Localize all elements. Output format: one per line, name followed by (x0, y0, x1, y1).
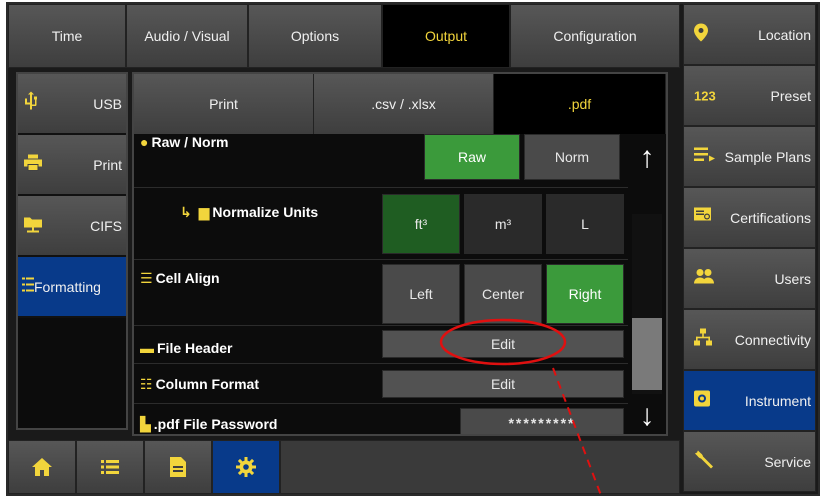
settings-scrollbar[interactable]: ↑ ↓ (628, 134, 666, 434)
align-left-button[interactable]: Left (382, 264, 460, 324)
nav-users[interactable]: Users (683, 248, 816, 309)
scroll-down-arrow-icon[interactable]: ↓ (632, 396, 662, 436)
top-tab-bar: Time Audio / Visual Options Output Confi… (8, 4, 680, 68)
file-header-icon: ▬ (140, 340, 154, 356)
file-header-edit-button[interactable]: Edit (382, 330, 624, 358)
tab-audio-visual[interactable]: Audio / Visual (126, 4, 248, 68)
tab-options[interactable]: Options (248, 4, 382, 68)
nav-instrument-label: Instrument (744, 392, 811, 409)
settings-button[interactable] (212, 440, 280, 494)
format-tab-bar: Print .csv / .xlsx .pdf (134, 74, 666, 134)
setting-cell-align: ☰ Cell Align Left Center Right (134, 260, 628, 326)
network-folder-icon (24, 214, 42, 237)
nav-certifications-label: Certifications (730, 209, 811, 226)
column-format-label: ☷ Column Format (140, 376, 260, 392)
nav-sample-plans-label: Sample Plans (724, 148, 811, 165)
usb-icon (24, 91, 38, 116)
unit-l-button[interactable]: L (546, 194, 624, 254)
document-icon (170, 457, 186, 477)
sub-arrow-icon: ↳ (180, 204, 192, 220)
align-right-button[interactable]: Right (546, 264, 624, 324)
nav-connectivity[interactable]: Connectivity (683, 309, 816, 370)
document-button[interactable] (144, 440, 212, 494)
tab-pdf[interactable]: .pdf (494, 74, 666, 134)
align-center-button[interactable]: Center (464, 264, 542, 324)
tab-print-format[interactable]: Print (134, 74, 314, 134)
nav-preset-label: Preset (770, 87, 811, 104)
nav-preset[interactable]: 123 Preset (683, 65, 816, 126)
align-icon: ☰ (140, 270, 153, 286)
scroll-up-arrow-icon[interactable]: ↑ (632, 138, 662, 178)
subnav-cifs-label: CIFS (90, 217, 122, 234)
list-icon (101, 460, 119, 474)
setting-normalize-units: ↳ ▆ Normalize Units ft³ m³ L (134, 188, 628, 260)
subnav-usb-label: USB (93, 95, 122, 112)
instrument-icon (694, 390, 710, 411)
list-format-icon (22, 276, 34, 297)
tab-csv-xlsx[interactable]: .csv / .xlsx (314, 74, 494, 134)
raw-button[interactable]: Raw (424, 134, 520, 180)
nav-service-label: Service (764, 453, 811, 470)
nav-sample-plans[interactable]: Sample Plans (683, 126, 816, 187)
device-frame: Time Audio / Visual Options Output Confi… (0, 0, 824, 498)
normalize-units-label: ↳ ▆ Normalize Units (180, 204, 319, 220)
nav-location[interactable]: Location (683, 4, 816, 65)
subnav-cifs[interactable]: CIFS (18, 196, 126, 257)
tab-configuration[interactable]: Configuration (510, 4, 680, 68)
printer-icon (24, 154, 42, 175)
home-icon (32, 458, 52, 476)
column-format-icon: ☷ (140, 376, 153, 392)
certificate-icon (694, 207, 714, 228)
nav-service[interactable]: Service (683, 431, 816, 492)
location-pin-icon (694, 23, 708, 46)
network-icon (694, 328, 712, 351)
setting-raw-norm: ● Raw / Norm Raw Norm (134, 134, 628, 188)
bottom-toolbar (8, 440, 680, 494)
nav-instrument[interactable]: Instrument (683, 370, 816, 431)
column-format-edit-button[interactable]: Edit (382, 370, 624, 398)
scroll-thumb[interactable] (632, 318, 662, 390)
nav-location-label: Location (758, 26, 811, 43)
units-icon: ▆ (198, 204, 210, 220)
nav-users-label: Users (774, 270, 811, 287)
formatting-panel: Print .csv / .xlsx .pdf ● Raw / Norm Raw … (132, 72, 668, 436)
pdf-lock-icon: ▙ (140, 416, 151, 432)
right-navigation: Location 123 Preset Sample Plans Certifi… (683, 4, 816, 494)
subnav-print-label: Print (93, 156, 122, 173)
home-button[interactable] (8, 440, 76, 494)
settings-list: ● Raw / Norm Raw Norm ↳ ▆ Normalize Units … (134, 134, 628, 434)
setting-file-header: ▬ File Header Edit (134, 326, 628, 364)
output-subnav: USB Print CIFS Formatting (16, 72, 128, 430)
tab-time[interactable]: Time (8, 4, 126, 68)
sample-plans-icon (694, 146, 716, 167)
setting-pdf-password: ▙ .pdf File Password ********* (134, 404, 628, 434)
unit-m3-button[interactable]: m³ (464, 194, 542, 254)
list-button[interactable] (76, 440, 144, 494)
file-header-label: ▬ File Header (140, 340, 233, 356)
raw-norm-label: ● Raw / Norm (140, 134, 229, 150)
subnav-usb[interactable]: USB (18, 74, 126, 135)
nav-certifications[interactable]: Certifications (683, 187, 816, 248)
preset-123-icon: 123 (694, 88, 716, 103)
pdf-password-label: ▙ .pdf File Password (140, 416, 278, 432)
pdf-password-field[interactable]: ********* (460, 408, 624, 434)
wrench-icon (694, 449, 714, 474)
gear-icon (236, 457, 256, 477)
norm-button[interactable]: Norm (524, 134, 620, 180)
cell-align-label: ☰ Cell Align (140, 270, 220, 286)
setting-column-format: ☷ Column Format Edit (134, 364, 628, 404)
scroll-track[interactable] (632, 214, 662, 394)
bottom-toolbar-filler (280, 440, 680, 494)
subnav-print[interactable]: Print (18, 135, 126, 196)
subnav-formatting-label: Formatting (34, 278, 101, 295)
users-icon (694, 268, 714, 289)
unit-ft3-button[interactable]: ft³ (382, 194, 460, 254)
raw-norm-icon: ● (140, 134, 149, 150)
tab-output[interactable]: Output (382, 4, 510, 68)
nav-connectivity-label: Connectivity (734, 331, 811, 348)
subnav-formatting[interactable]: Formatting (18, 257, 126, 318)
